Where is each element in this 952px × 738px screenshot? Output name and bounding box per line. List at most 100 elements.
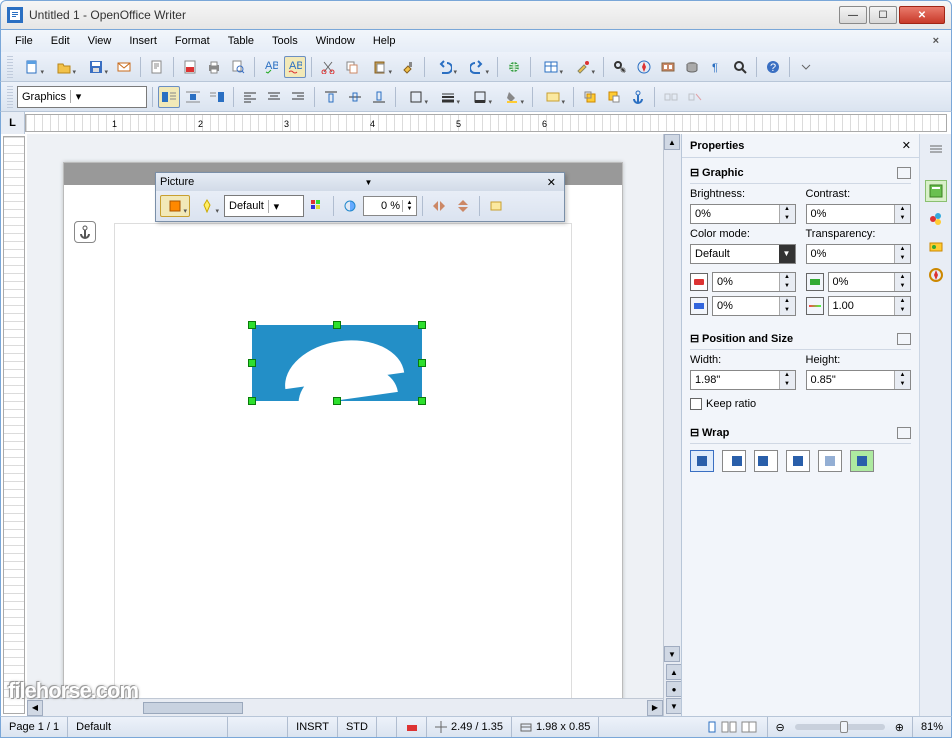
horizontal-scrollbar[interactable]: ◀ ▶ xyxy=(27,698,663,716)
red-input[interactable] xyxy=(713,273,779,291)
vertical-ruler[interactable] xyxy=(3,136,25,714)
background-color-button[interactable] xyxy=(497,86,527,108)
scroll-down-button[interactable]: ▼ xyxy=(664,646,680,662)
red-spinner[interactable]: ▲▼ xyxy=(712,272,796,292)
borders-button[interactable] xyxy=(401,86,431,108)
align-bottom-button[interactable] xyxy=(368,86,390,108)
gallery-button[interactable] xyxy=(657,56,679,78)
wrap-more-button[interactable] xyxy=(897,427,911,439)
height-input[interactable] xyxy=(807,371,895,389)
status-insert-mode[interactable]: INSRT xyxy=(288,717,338,737)
transparency-input[interactable] xyxy=(364,200,402,212)
contrast-spinner[interactable]: ▲▼ xyxy=(806,204,912,224)
bring-to-front-button[interactable] xyxy=(579,86,601,108)
autospellcheck-button[interactable]: ABC xyxy=(284,56,306,78)
frame-button[interactable] xyxy=(538,86,568,108)
styles-tab-icon[interactable] xyxy=(925,208,947,230)
width-spinner[interactable]: ▲▼ xyxy=(690,370,796,390)
edit-file-button[interactable] xyxy=(146,56,168,78)
wrap-center-button[interactable] xyxy=(182,86,204,108)
width-input[interactable] xyxy=(691,371,779,389)
transparency-spinner[interactable]: ▲▼ xyxy=(363,196,417,216)
wrap-right-button[interactable] xyxy=(206,86,228,108)
document-close-button[interactable]: × xyxy=(927,35,945,47)
align-right-button[interactable] xyxy=(287,86,309,108)
link-frames-button[interactable] xyxy=(660,86,682,108)
wrap-after-button[interactable] xyxy=(754,450,778,472)
toolbar-handle[interactable] xyxy=(7,56,13,78)
export-pdf-button[interactable] xyxy=(179,56,201,78)
minimize-button[interactable]: — xyxy=(839,6,867,24)
green-spinner[interactable]: ▲▼ xyxy=(828,272,912,292)
navigator-button[interactable] xyxy=(633,56,655,78)
next-page-button[interactable]: ▼ xyxy=(666,698,682,714)
transparency-input-sb[interactable] xyxy=(807,245,895,263)
sidebar-close-button[interactable]: ✕ xyxy=(902,139,911,152)
vertical-scrollbar[interactable]: ▲ ▼ ▲ ● ▼ xyxy=(663,134,681,716)
toolbar-handle[interactable] xyxy=(7,86,13,108)
graphics-mode-button[interactable] xyxy=(160,195,190,217)
anchor-icon[interactable] xyxy=(74,221,96,243)
resize-handle-bm[interactable] xyxy=(333,397,341,405)
border-style-button[interactable] xyxy=(433,86,463,108)
paste-button[interactable] xyxy=(365,56,395,78)
status-page[interactable]: Page 1 / 1 xyxy=(1,717,68,737)
find-replace-button[interactable] xyxy=(609,56,631,78)
align-top-button[interactable] xyxy=(320,86,342,108)
email-button[interactable] xyxy=(113,56,135,78)
green-input[interactable] xyxy=(829,273,895,291)
unlink-frames-button[interactable] xyxy=(684,86,706,108)
print-button[interactable] xyxy=(203,56,225,78)
color-button[interactable] xyxy=(306,195,328,217)
hyperlink-button[interactable] xyxy=(503,56,525,78)
help-button[interactable]: ? xyxy=(762,56,784,78)
menu-insert[interactable]: Insert xyxy=(121,33,165,49)
document-area[interactable]: Picture ▼ ✕ Default▾ ▲▼ ◀ ▶ xyxy=(27,134,663,716)
copy-button[interactable] xyxy=(341,56,363,78)
close-button[interactable]: ✕ xyxy=(899,6,945,24)
menu-window[interactable]: Window xyxy=(308,33,363,49)
border-color-button[interactable] xyxy=(465,86,495,108)
gallery-tab-icon[interactable] xyxy=(925,236,947,258)
multi-page-icon[interactable] xyxy=(721,721,739,733)
wrap-parallel-button[interactable] xyxy=(786,450,810,472)
send-to-back-button[interactable] xyxy=(603,86,625,108)
resize-handle-tr[interactable] xyxy=(418,321,426,329)
save-button[interactable] xyxy=(81,56,111,78)
menu-edit[interactable]: Edit xyxy=(43,33,78,49)
zoom-in-button[interactable]: ⊕ xyxy=(895,721,904,734)
picture-toolbar-dropdown[interactable]: ▼ xyxy=(361,178,377,187)
zoom-out-button[interactable]: ⊖ xyxy=(776,721,785,734)
zoom-value[interactable]: 81% xyxy=(913,717,951,737)
scroll-left-button[interactable]: ◀ xyxy=(27,700,43,716)
picture-toolbar[interactable]: Picture ▼ ✕ Default▾ ▲▼ xyxy=(155,172,565,222)
resize-handle-ml[interactable] xyxy=(248,359,256,367)
status-language[interactable] xyxy=(228,717,288,737)
status-modified[interactable] xyxy=(377,717,397,737)
single-page-icon[interactable] xyxy=(705,721,719,733)
hscroll-thumb[interactable] xyxy=(143,702,243,714)
zoom-controls[interactable]: ⊖ ⊕ xyxy=(768,717,913,737)
properties-tab-icon[interactable] xyxy=(925,180,947,202)
menu-help[interactable]: Help xyxy=(365,33,404,49)
menu-file[interactable]: File xyxy=(7,33,41,49)
blue-spinner[interactable]: ▲▼ xyxy=(712,296,796,316)
show-draw-functions-button[interactable] xyxy=(568,56,598,78)
book-view-icon[interactable] xyxy=(741,721,759,733)
status-signature[interactable] xyxy=(397,717,427,737)
gamma-spinner[interactable]: ▲▼ xyxy=(828,296,912,316)
cut-button[interactable] xyxy=(317,56,339,78)
zoom-slider-thumb[interactable] xyxy=(840,721,848,733)
graphic-more-button[interactable] xyxy=(897,167,911,179)
scroll-right-button[interactable]: ▶ xyxy=(647,700,663,716)
open-button[interactable] xyxy=(49,56,79,78)
nonprinting-chars-button[interactable]: ¶ xyxy=(705,56,727,78)
menu-table[interactable]: Table xyxy=(220,33,262,49)
wrap-before-button[interactable] xyxy=(722,450,746,472)
align-left-button[interactable] xyxy=(239,86,261,108)
wrap-section-header[interactable]: ⊟Wrap xyxy=(690,422,911,444)
picture-toolbar-header[interactable]: Picture ▼ ✕ xyxy=(156,173,564,191)
brightness-spinner[interactable]: ▲▼ xyxy=(690,204,796,224)
paragraph-style-combo[interactable]: Graphics▾ xyxy=(17,86,147,108)
status-style[interactable]: Default xyxy=(68,717,228,737)
